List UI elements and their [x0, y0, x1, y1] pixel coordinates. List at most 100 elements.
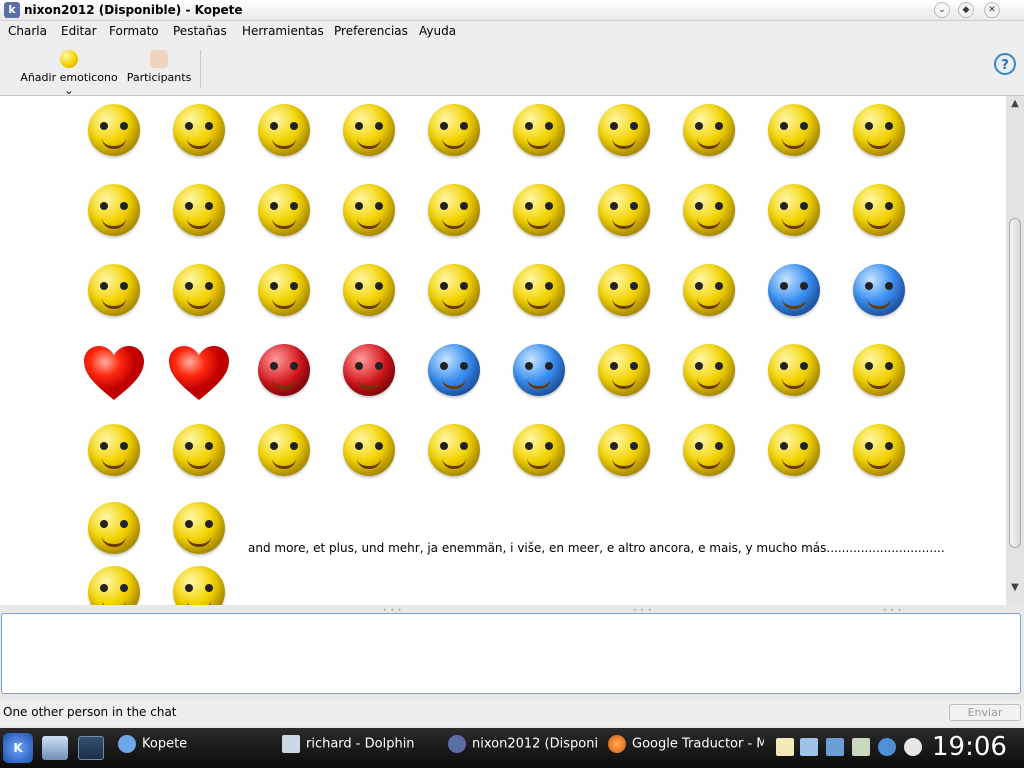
maximize-button[interactable]: ◆	[958, 2, 974, 18]
kopete-icon	[118, 735, 136, 753]
rolling-laugh-emoticon-icon	[76, 558, 148, 605]
grin-emoticon-icon	[331, 96, 403, 168]
send-button[interactable]: Enviar	[949, 704, 1021, 721]
grin-emoticon-icon	[246, 96, 318, 168]
basketball-emoticon-icon	[331, 256, 403, 328]
protest-emoticon-icon	[501, 256, 573, 328]
network-icon[interactable]	[826, 738, 844, 756]
computer-icon[interactable]	[42, 736, 68, 760]
menu-ayuda[interactable]: Ayuda	[419, 24, 456, 38]
cool-emoticon-icon	[161, 256, 233, 328]
splitter[interactable]: • • • • • • • • •	[0, 605, 1024, 614]
participants-button[interactable]: Participants	[126, 50, 192, 90]
cool-emoticon-icon	[586, 176, 658, 248]
cool-emoticon-icon	[671, 176, 743, 248]
chat-window-icon	[448, 735, 466, 753]
notes-icon[interactable]	[776, 738, 794, 756]
sad-blue-emoticon-icon	[756, 256, 828, 328]
tears-emoticon-icon	[586, 336, 658, 408]
scroll-down-arrow-icon[interactable]: ▼	[1009, 582, 1021, 596]
menu-preferencias[interactable]: Preferencias	[334, 24, 408, 38]
menu-formato[interactable]: Formato	[109, 24, 159, 38]
rolling-laugh-emoticon-icon	[76, 494, 148, 566]
rolling-laugh-emoticon-icon	[161, 494, 233, 566]
task-firefox[interactable]: Google Traductor - M	[608, 735, 764, 761]
cool-emoticon-icon	[76, 256, 148, 328]
status-text: One other person in the chat	[3, 705, 177, 719]
menu-herramientas[interactable]: Herramientas	[242, 24, 324, 38]
kopete-app-icon[interactable]: k	[4, 2, 20, 18]
football-emoticon-icon	[841, 416, 913, 488]
add-emoticon-label: Añadir emoticono	[20, 71, 118, 84]
heart-emoticon-icon	[76, 336, 148, 408]
add-emoticon-button[interactable]: Añadir emoticono ⌄	[18, 50, 120, 97]
task-dolphin[interactable]: richard - Dolphin	[282, 735, 432, 761]
drinking-emoticon-icon	[841, 176, 913, 248]
shy-emoticon-icon	[161, 416, 233, 488]
scroll-up-arrow-icon[interactable]: ▲	[1009, 98, 1021, 112]
more-text: and more, et plus, und mehr, ja enemmän,…	[248, 541, 945, 555]
heart-emoticon-icon	[161, 336, 233, 408]
desktop-icon[interactable]	[78, 736, 104, 760]
task-nixon-chat[interactable]: nixon2012 (Disponible)	[448, 735, 598, 761]
task-kopete[interactable]: Kopete	[118, 735, 268, 761]
rolling-laugh-emoticon-icon	[161, 558, 233, 605]
smiley-icon	[60, 50, 78, 68]
volume-icon[interactable]	[852, 738, 870, 756]
power-icon[interactable]	[904, 738, 922, 756]
sad-blue-emoticon-icon	[841, 256, 913, 328]
clock: 19:06	[932, 732, 1007, 762]
microphone-emoticon-icon	[246, 416, 318, 488]
toolbar-separator	[200, 50, 201, 88]
smile-emoticon-icon	[161, 176, 233, 248]
menu-charla[interactable]: Charla	[8, 24, 47, 38]
crying-emoticon-icon	[416, 336, 488, 408]
kde-menu-icon[interactable]: K	[3, 733, 33, 763]
laughing-emoticon-icon	[416, 416, 488, 488]
menu-editar[interactable]: Editar	[61, 24, 97, 38]
window-title: nixon2012 (Disponible) - Kopete	[24, 3, 243, 17]
scroll-thumb[interactable]	[1009, 218, 1021, 548]
microphone-emoticon-icon	[331, 416, 403, 488]
chat-view[interactable]: and more, et plus, und mehr, ja enemmän,…	[0, 96, 1006, 605]
dolphin-icon	[282, 735, 300, 753]
clipboard-icon[interactable]	[800, 738, 818, 756]
in-love-emoticon-icon	[671, 416, 743, 488]
walking-emoticon-icon	[756, 336, 828, 408]
walking-emoticon-icon	[161, 96, 233, 168]
message-input[interactable]	[1, 613, 1021, 694]
grin-emoticon-icon	[416, 96, 488, 168]
shy-emoticon-icon	[76, 416, 148, 488]
headphones-emoticon-icon	[331, 176, 403, 248]
taskbar: K Kopete richard - Dolphin nixon2012 (Di…	[0, 728, 1024, 768]
cold-emoticon-icon	[756, 96, 828, 168]
cold-emoticon-icon	[841, 96, 913, 168]
basketball-emoticon-icon	[246, 256, 318, 328]
firefox-icon	[608, 735, 626, 753]
smile-emoticon-icon	[76, 176, 148, 248]
help-icon[interactable]: ?	[994, 53, 1016, 75]
angry-emoticon-icon	[331, 336, 403, 408]
phone-emoticon-icon	[416, 176, 488, 248]
status-bar: One other person in the chat Enviar	[0, 700, 1024, 726]
toolbar: Añadir emoticono ⌄ Participants ?	[0, 44, 1024, 97]
headphones-emoticon-icon	[246, 176, 318, 248]
crying-emoticon-icon	[501, 336, 573, 408]
walking-emoticon-icon	[76, 96, 148, 168]
sick-emoticon-icon	[586, 256, 658, 328]
tears-emoticon-icon	[671, 336, 743, 408]
angry-emoticon-icon	[246, 336, 318, 408]
close-button[interactable]: ✕	[984, 2, 1000, 18]
kopete-tray-icon[interactable]	[878, 738, 896, 756]
laughing-emoticon-icon	[501, 416, 573, 488]
participants-label: Participants	[126, 71, 192, 84]
menu-pestanas[interactable]: Pestañas	[173, 24, 227, 38]
walking-emoticon-icon	[841, 336, 913, 408]
sick-emoticon-icon	[671, 256, 743, 328]
menu-bar: Charla Editar Formato Pestañas Herramien…	[0, 21, 1024, 43]
chat-scrollbar[interactable]: ▲ ▼	[1006, 96, 1024, 605]
participants-icon	[150, 50, 168, 68]
minimize-button[interactable]: ⌄	[934, 2, 950, 18]
grin-emoticon-icon	[501, 96, 573, 168]
sleeping-emoticon-icon	[586, 96, 658, 168]
